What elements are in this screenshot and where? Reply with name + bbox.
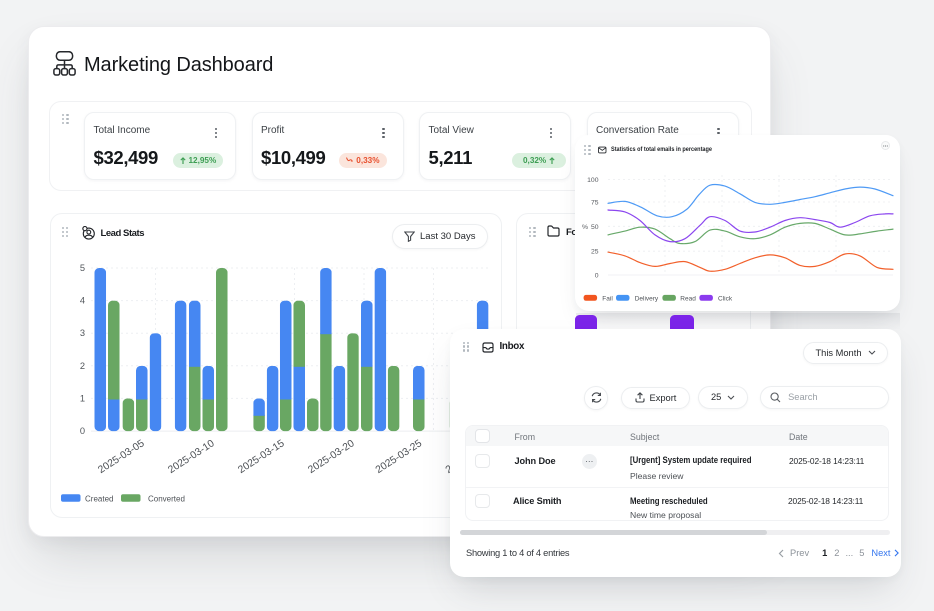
svg-text:1: 1 [79, 393, 84, 403]
svg-text:Fail: Fail [602, 296, 613, 303]
svg-text:Click: Click [718, 296, 733, 303]
svg-text:3: 3 [79, 328, 84, 338]
svg-text:5: 5 [79, 263, 84, 273]
svg-text:2025-03-20: 2025-03-20 [306, 438, 356, 476]
svg-text:50: 50 [591, 224, 599, 231]
svg-text:0: 0 [79, 426, 84, 436]
svg-text:%: % [582, 224, 588, 231]
svg-text:25: 25 [591, 249, 599, 256]
svg-text:Delivery: Delivery [635, 296, 659, 303]
svg-text:4: 4 [79, 295, 84, 305]
svg-text:75: 75 [591, 200, 599, 207]
svg-text:Created: Created [85, 494, 113, 503]
svg-text:Converted: Converted [148, 494, 185, 503]
svg-text:2: 2 [79, 360, 84, 370]
svg-text:0: 0 [595, 273, 599, 280]
svg-text:2025-03-10: 2025-03-10 [166, 438, 216, 476]
svg-text:Read: Read [680, 296, 696, 303]
svg-text:100: 100 [587, 177, 599, 184]
svg-text:2025-03-15: 2025-03-15 [236, 438, 286, 476]
svg-text:2025-03-25: 2025-03-25 [373, 438, 423, 476]
svg-text:2025-03-05: 2025-03-05 [96, 438, 146, 476]
